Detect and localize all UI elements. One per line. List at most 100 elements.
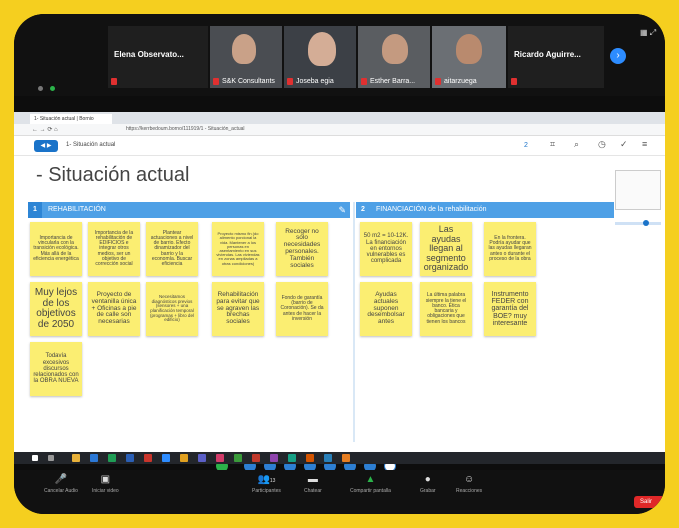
app-icon[interactable] xyxy=(324,454,332,462)
shared-screen-browser: 1- Situación actual | Bornio ← → ⟳ ⌂ htt… xyxy=(14,112,665,472)
sticky-note[interactable]: Todavía excesivos discursos relacionados… xyxy=(30,342,82,396)
windows-taskbar xyxy=(14,452,665,464)
reactions-icon: ☺ xyxy=(463,474,475,485)
sticky-note[interactable]: 50 m2 = 10-12K. La financiación en entor… xyxy=(360,222,412,276)
participant-video[interactable]: S&K Consultants xyxy=(210,26,282,88)
edit-icon[interactable]: ✎ xyxy=(338,202,346,218)
rounded-screen-frame: Elena Observato... S&K Consultants Joseb… xyxy=(14,14,665,514)
browser-address-bar: ← → ⟳ ⌂ https://kerrbedoum.borno/111919/… xyxy=(14,124,665,136)
sticky-note[interactable]: Fondo de garantía (barrio de Coronación)… xyxy=(276,282,328,336)
control-label: Compartir pantalla xyxy=(350,488,391,494)
activity-icon[interactable]: ✓ xyxy=(620,139,628,150)
app-icon[interactable] xyxy=(288,454,296,462)
section-header-financiacion: 2 FINANCIACIÓN de la rehabilitación xyxy=(356,202,614,218)
muted-mic-icon xyxy=(287,78,293,85)
participant-tile[interactable]: Ricardo Aguirre... xyxy=(508,26,604,88)
status-dot-icon xyxy=(38,86,43,91)
sticky-note[interactable]: Ayudas actuales suponen desembolsar ante… xyxy=(360,282,412,336)
section-number: 2 xyxy=(361,206,365,213)
sticky-note[interactable]: Importancia de la rehabilitación de EDIF… xyxy=(88,222,140,276)
participant-video[interactable]: Joseba egia xyxy=(284,26,356,88)
search-icon[interactable] xyxy=(48,455,54,461)
start-video-button[interactable]: ▣ Iniciar video xyxy=(92,474,119,494)
url-field[interactable]: https://kerrbedoum.borno/111919/1 - Situ… xyxy=(126,126,516,134)
security-shield-icon[interactable] xyxy=(50,86,55,91)
sticky-note[interactable]: Las ayudas llegan al segmento organizado xyxy=(420,222,472,276)
breadcrumb: 1- Situación actual xyxy=(66,142,116,148)
next-participants-button[interactable]: › xyxy=(610,48,626,64)
browser-nav-icons[interactable]: ← → ⟳ ⌂ xyxy=(32,126,58,133)
participant-name: Elena Observato... xyxy=(114,50,184,59)
participants-icon: 👥13 xyxy=(257,474,276,485)
sticky-note[interactable]: En la frontera. Podría ayudar que las ay… xyxy=(484,222,536,276)
app-icon[interactable] xyxy=(234,454,242,462)
tables-icon[interactable]: ≡ xyxy=(642,139,647,149)
app-icon[interactable] xyxy=(342,454,350,462)
sticky-note[interactable]: Recoger no solo necesidades personales. … xyxy=(276,222,328,276)
sticky-note[interactable]: Muy lejos de los objetivos de 2050 xyxy=(30,282,82,336)
participants-button[interactable]: 👥13 Participantes xyxy=(252,474,281,494)
muted-mic-icon xyxy=(361,78,367,85)
leave-meeting-button[interactable]: Salir xyxy=(634,496,664,508)
section-label: FINANCIACIÓN de la rehabilitación xyxy=(376,206,487,213)
person-image xyxy=(382,34,408,64)
sticky-note[interactable]: Plantear actuaciones a nivel de barrio. … xyxy=(146,222,198,276)
participant-tile[interactable]: Elena Observato... xyxy=(108,26,208,88)
participant-count: 13 xyxy=(269,478,276,484)
app-icon[interactable] xyxy=(216,454,224,462)
control-label: Cancelar Audio xyxy=(44,488,78,494)
clock-icon[interactable]: ◷ xyxy=(598,139,606,150)
sticky-note[interactable]: Proyecto mismo fin (do alimento porciona… xyxy=(212,222,264,276)
mute-audio-button[interactable]: 🎤 Cancelar Audio xyxy=(44,474,78,494)
back-forward-button[interactable]: ◀ ▶ xyxy=(34,140,58,152)
reactions-button[interactable]: ☺ Reacciones xyxy=(456,474,482,494)
sticky-note[interactable]: La última palabra siempre la tiene el ba… xyxy=(420,282,472,336)
sticky-note[interactable]: Proyecto de ventanilla única + Oficinas … xyxy=(88,282,140,336)
board-minimap[interactable] xyxy=(615,170,661,210)
edge-icon[interactable] xyxy=(90,454,98,462)
control-label: Participantes xyxy=(252,488,281,494)
participant-name: aitarzuega xyxy=(444,78,477,85)
participant-video[interactable]: aitarzuega xyxy=(432,26,506,88)
participant-video[interactable]: Esther Barra... xyxy=(358,26,430,88)
powerpoint-icon[interactable] xyxy=(144,454,152,462)
chrome-icon[interactable] xyxy=(180,454,188,462)
participant-name: Ricardo Aguirre... xyxy=(514,50,581,59)
share-screen-button[interactable]: ▲ Compartir pantalla xyxy=(350,474,391,494)
word-icon[interactable] xyxy=(126,454,134,462)
person-image xyxy=(308,32,336,66)
file-explorer-icon[interactable] xyxy=(72,454,80,462)
excel-icon[interactable] xyxy=(108,454,116,462)
app-icon[interactable] xyxy=(306,454,314,462)
search-icon[interactable]: ⌕ xyxy=(574,139,579,150)
view-options-icon[interactable]: ▦ ⤢ xyxy=(640,28,656,38)
sticky-note[interactable]: Instrumento FEDER con garantía del BOE? … xyxy=(484,282,536,336)
start-icon[interactable] xyxy=(32,455,38,461)
browser-tab[interactable]: 1- Situación actual | Bornio xyxy=(30,114,112,124)
board-title: - Situación actual xyxy=(36,164,190,186)
sticky-note[interactable]: Importancia de vincularla con la transic… xyxy=(30,222,82,276)
section-label: REHABILITACIÓN xyxy=(48,206,106,213)
participant-name: Joseba egia xyxy=(296,78,334,85)
section-number: 1 xyxy=(28,202,42,218)
sticky-note[interactable]: Rehabilitación para evitar que se agrave… xyxy=(212,282,264,336)
slider-handle[interactable] xyxy=(643,220,649,226)
chat-button[interactable]: ▬ Chatear xyxy=(304,474,322,494)
person-image xyxy=(232,34,256,64)
record-icon: ● xyxy=(424,474,431,485)
participant-name: S&K Consultants xyxy=(222,78,275,85)
photos-tool-icon[interactable]: ⌗ xyxy=(550,139,555,150)
microphone-icon: 🎤 xyxy=(54,474,68,485)
section-divider xyxy=(353,202,355,442)
sticky-note[interactable]: Necesitamos diagnósticos previos (sensor… xyxy=(146,282,198,336)
muted-mic-icon xyxy=(213,78,219,85)
video-icon: ▣ xyxy=(100,474,111,485)
zoom-participant-strip: Elena Observato... S&K Consultants Joseb… xyxy=(14,14,665,96)
teams-icon[interactable] xyxy=(198,454,206,462)
record-button[interactable]: ● Grabar xyxy=(420,474,436,494)
zoom-slider[interactable] xyxy=(615,220,661,226)
app-icon[interactable] xyxy=(270,454,278,462)
app-icon[interactable] xyxy=(252,454,260,462)
zoom-app-icon[interactable] xyxy=(162,454,170,462)
avatar-count-badge[interactable]: 2 xyxy=(524,142,528,149)
